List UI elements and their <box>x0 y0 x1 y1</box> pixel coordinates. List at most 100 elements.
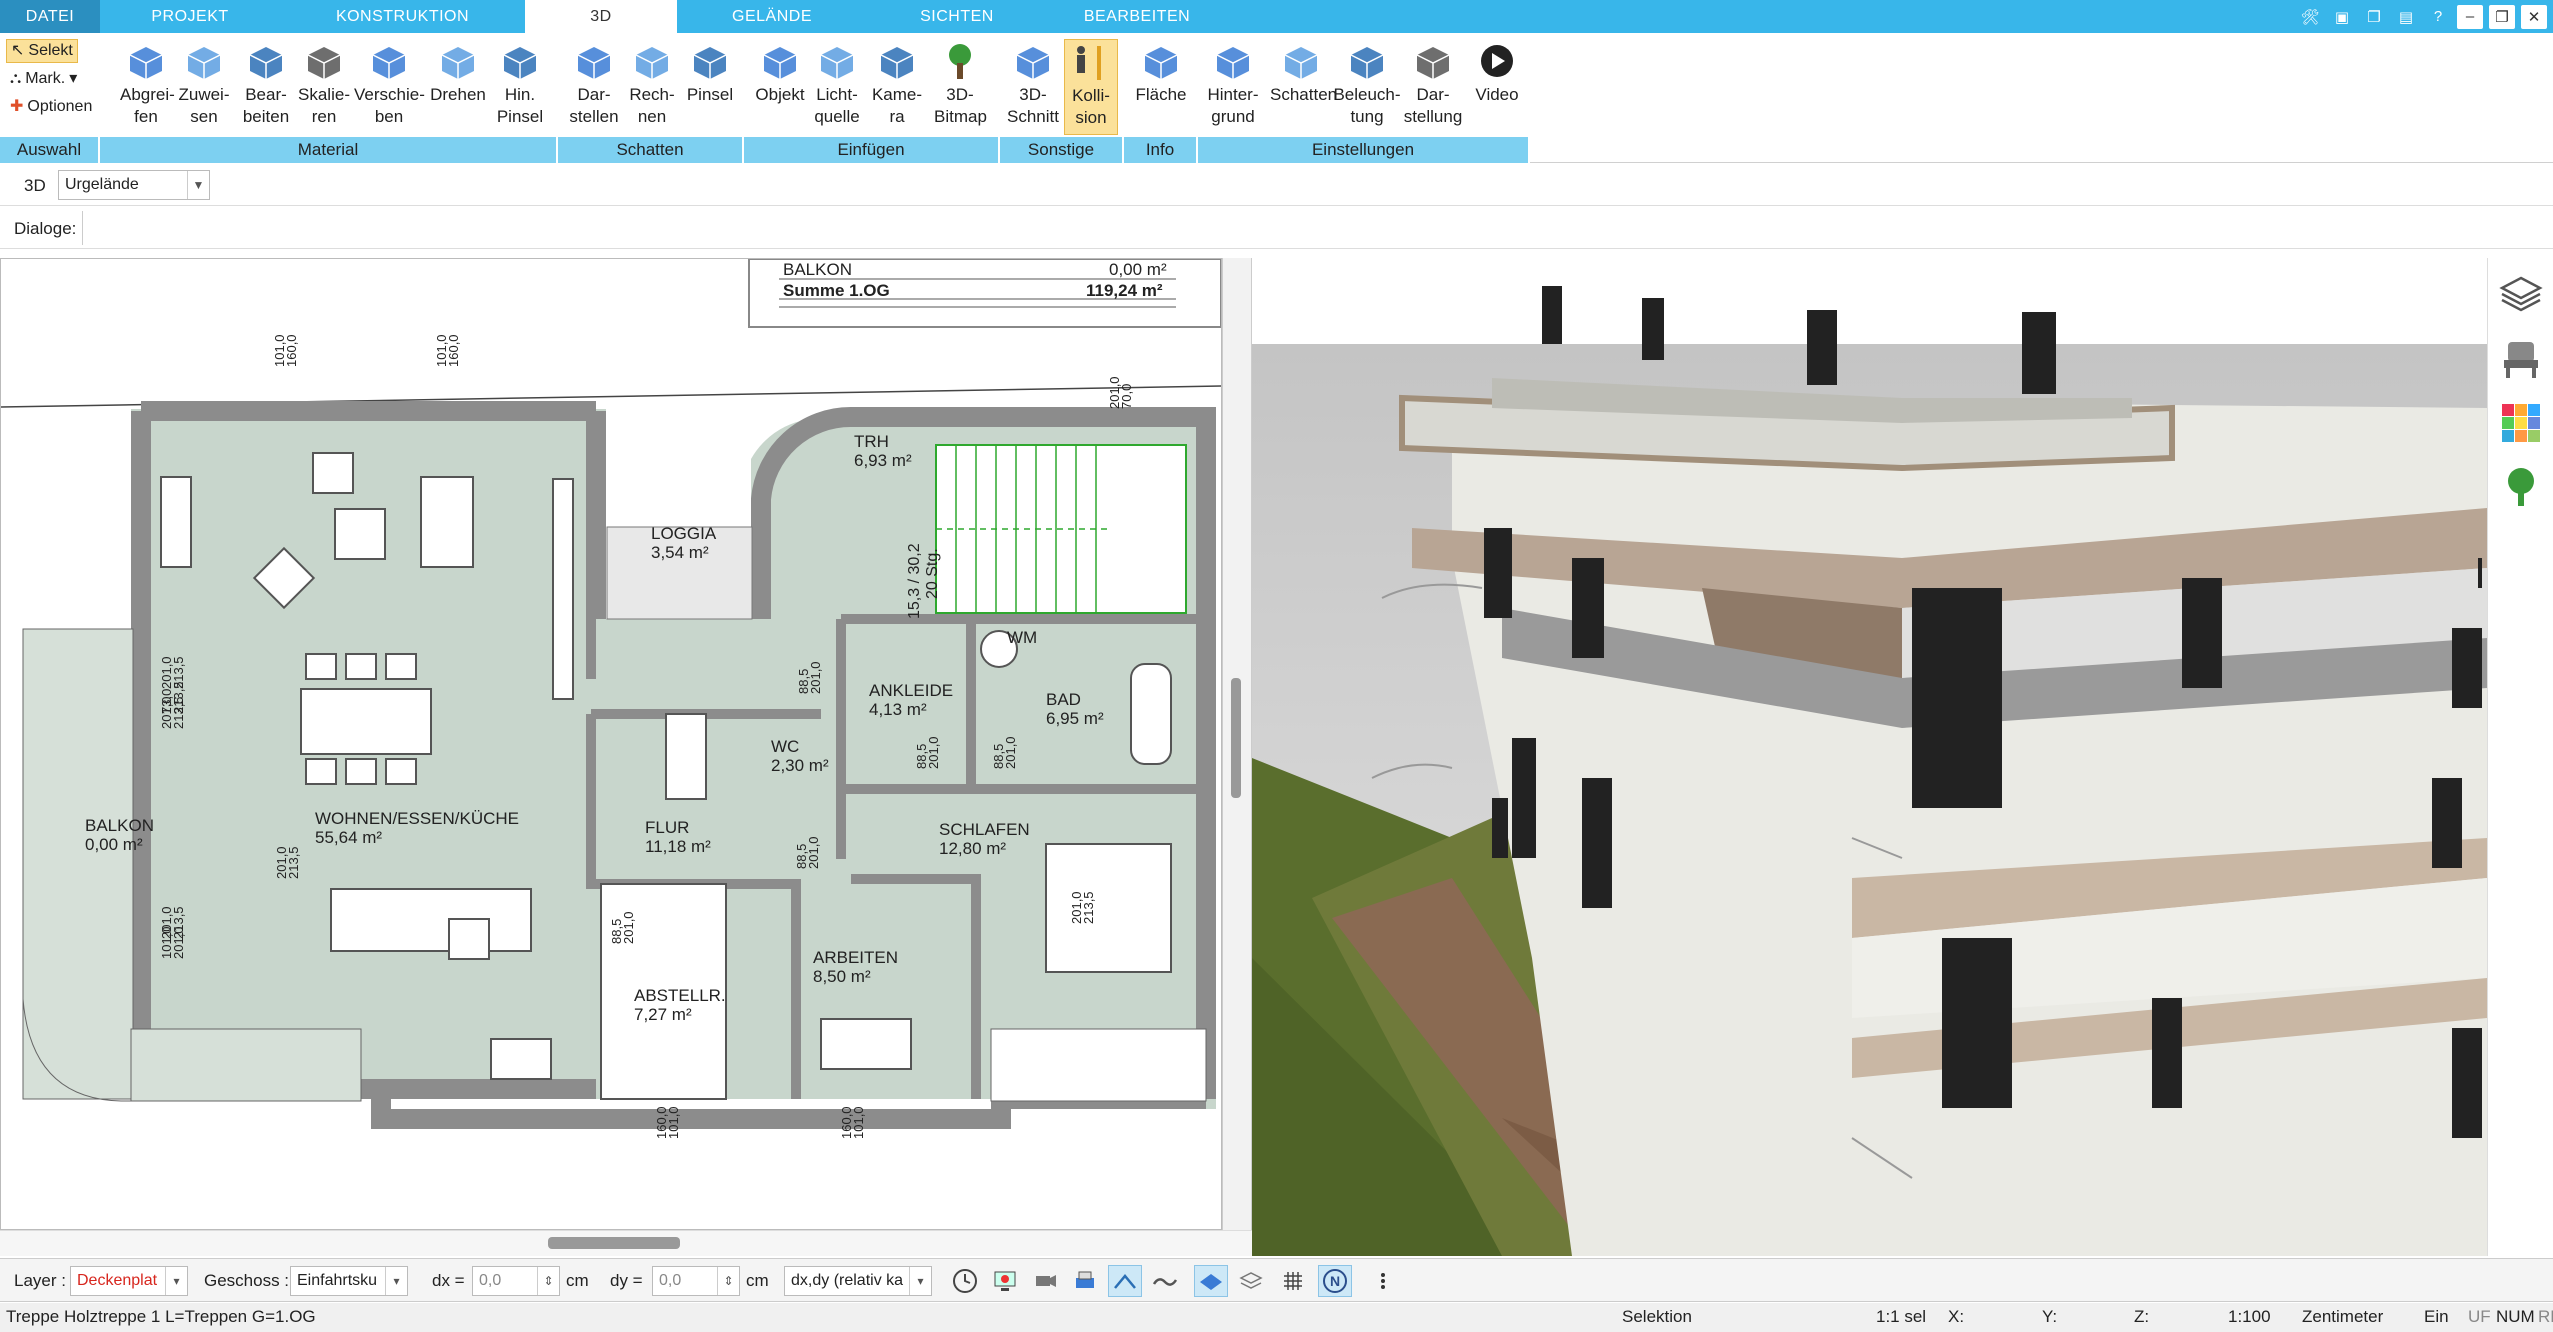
dy-input[interactable]: 0,0 ⇕ <box>652 1266 740 1296</box>
layer-dropdown[interactable]: Deckenplat ▾ <box>70 1266 188 1296</box>
restore-button[interactable]: ❐ <box>2489 4 2515 29</box>
dimension-label: 70,0 <box>1119 384 1134 409</box>
status-x: X: <box>1948 1307 1965 1326</box>
horizontal-scrollbar[interactable] <box>0 1230 1252 1256</box>
floor-plan-view[interactable]: BALKON 0,00 m² Summe 1.OG 119,24 m² LOGG… <box>0 258 1222 1230</box>
button-label: Pinsel <box>686 85 734 104</box>
help-icon[interactable]: ? <box>2425 5 2451 29</box>
screen-icon[interactable] <box>988 1265 1022 1297</box>
table-row1-value: 0,00 m² <box>1109 260 1167 279</box>
chevron-down-icon: ▾ <box>165 1267 187 1295</box>
stepper-icon[interactable]: ⇕ <box>537 1267 559 1295</box>
stepper-icon[interactable]: ⇕ <box>717 1267 739 1295</box>
abgreifen-button[interactable]: Abgrei- fen <box>120 39 175 135</box>
geschoss-value: Einfahrtsku <box>297 1272 378 1289</box>
close-button[interactable]: ✕ <box>2521 4 2547 29</box>
3dbitmap-icon <box>949 44 971 79</box>
drehen-button[interactable]: Drehen <box>430 39 486 135</box>
split-divider[interactable] <box>1222 258 1252 1230</box>
hintergrund-button[interactable]: Hinter- grund <box>1202 39 1264 135</box>
beleuchtung-icon <box>1350 47 1384 79</box>
plus-icon: ✚ <box>10 98 24 115</box>
snap-icon[interactable] <box>1108 1265 1142 1297</box>
window-cascade-icon[interactable]: ❐ <box>2361 5 2387 29</box>
minimize-button[interactable]: – <box>2457 4 2483 29</box>
print-icon[interactable] <box>1068 1265 1102 1297</box>
darstellen-icon <box>577 47 611 79</box>
tab-sichten[interactable]: SICHTEN <box>867 0 1047 33</box>
kollision-icon <box>1077 46 1101 80</box>
clock-icon[interactable] <box>948 1265 982 1297</box>
dx-input[interactable]: 0,0 ⇕ <box>472 1266 560 1296</box>
3dschnitt-button[interactable]: 3D- Schnitt <box>1004 39 1062 135</box>
window-list-icon[interactable]: ▤ <box>2393 5 2419 29</box>
coord-mode-dropdown[interactable]: dx,dy (relativ ka ▾ <box>784 1266 932 1296</box>
pinsel-button[interactable]: Pinsel <box>682 39 738 135</box>
bearbeiten-button[interactable]: Bear- beiten <box>238 39 294 135</box>
beleuchtung-button[interactable]: Beleuch- tung <box>1332 39 1402 135</box>
button-label: Hinter- grund <box>1207 85 1259 126</box>
north-icon[interactable]: N <box>1318 1265 1352 1297</box>
status-y: Y: <box>2042 1307 2058 1326</box>
tab-projekt[interactable]: PROJEKT <box>100 0 280 33</box>
darstellung-button[interactable]: Dar- stellung <box>1402 39 1464 135</box>
verschieben-icon <box>372 47 406 79</box>
button-label: Video <box>1475 85 1519 104</box>
plants-icon[interactable] <box>2498 464 2544 510</box>
selekt-button[interactable]: ↖ Selekt <box>6 39 78 63</box>
kollision-button[interactable]: Kolli- sion <box>1064 39 1118 135</box>
geschoss-dropdown[interactable]: Einfahrtsku ▾ <box>290 1266 408 1296</box>
scroll-thumb[interactable] <box>548 1237 680 1249</box>
more-options-icon[interactable] <box>1366 1265 1400 1297</box>
room-name: BAD <box>1046 690 1081 709</box>
zuweisen-button[interactable]: Zuwei- sen <box>178 39 230 135</box>
terrain-dropdown[interactable]: Urgelände ▼ <box>58 170 210 200</box>
grid-icon[interactable] <box>1276 1265 1310 1297</box>
group-label: Info <box>1124 137 1198 163</box>
verschieben-button[interactable]: Verschie- ben <box>354 39 425 135</box>
hinpinsel-button[interactable]: Hin. Pinsel <box>492 39 548 135</box>
dimension-label: 201,0 <box>621 911 636 944</box>
objekt-button[interactable]: Objekt <box>754 39 806 135</box>
schatten-button[interactable]: Schatten <box>1270 39 1337 135</box>
window-tile-icon[interactable]: ▣ <box>2329 5 2355 29</box>
dimension-label: 213,5 <box>286 846 301 879</box>
tools-icon[interactable]: 🛠 <box>2297 5 2323 29</box>
room-area: 11,18 m² <box>645 837 711 856</box>
mark-button[interactable]: ⛬ Mark. ▾ <box>6 67 81 91</box>
kamera-button[interactable]: Kame- ra <box>868 39 926 135</box>
tab-3d[interactable]: 3D <box>525 0 677 33</box>
button-label: Verschie- ben <box>354 85 425 126</box>
tab-bearbeiten[interactable]: BEARBEITEN <box>1047 0 1227 33</box>
room-name: LOGGIA <box>651 524 717 543</box>
skalieren-button[interactable]: Skalie- ren <box>296 39 352 135</box>
stack-icon[interactable] <box>1234 1265 1268 1297</box>
3dschnitt-icon <box>1016 47 1050 79</box>
darstellen-button[interactable]: Dar- stellen <box>568 39 620 135</box>
furniture-icon[interactable] <box>2498 336 2544 382</box>
cursor-icon: ↖ <box>11 42 25 59</box>
wave-icon[interactable] <box>1148 1265 1182 1297</box>
tab-gelaende[interactable]: GELÄNDE <box>677 0 867 33</box>
group-schatten: Schatten Dar- stellen Rech- nen Pinsel <box>558 33 744 163</box>
table-row2-label: Summe 1.OG <box>783 281 890 300</box>
fläche-button[interactable]: Fläche <box>1134 39 1188 135</box>
3dbitmap-button[interactable]: 3D- Bitmap <box>934 39 987 135</box>
optionen-button[interactable]: ✚ Optionen <box>6 95 96 119</box>
tab-konstruktion[interactable]: KONSTRUKTION <box>280 0 525 33</box>
divider-handle[interactable] <box>1231 678 1241 798</box>
layer-plane-icon[interactable] <box>1194 1265 1228 1297</box>
rechnen-button[interactable]: Rech- nen <box>626 39 678 135</box>
lichtquelle-button[interactable]: Licht- quelle <box>810 39 864 135</box>
materials-icon[interactable] <box>2498 400 2544 446</box>
video-button[interactable]: Video <box>1468 39 1526 135</box>
tab-datei[interactable]: DATEI <box>0 0 100 33</box>
camera-icon[interactable] <box>1028 1265 1062 1297</box>
dimension-label: 201,0 <box>806 836 821 869</box>
lichtquelle-icon <box>820 47 854 79</box>
layers-icon[interactable] <box>2498 272 2544 318</box>
button-label: Objekt <box>755 85 805 104</box>
button-label: Schatten <box>1270 85 1338 104</box>
button-label: Kame- ra <box>871 85 923 126</box>
3d-view[interactable] <box>1252 258 2487 1256</box>
